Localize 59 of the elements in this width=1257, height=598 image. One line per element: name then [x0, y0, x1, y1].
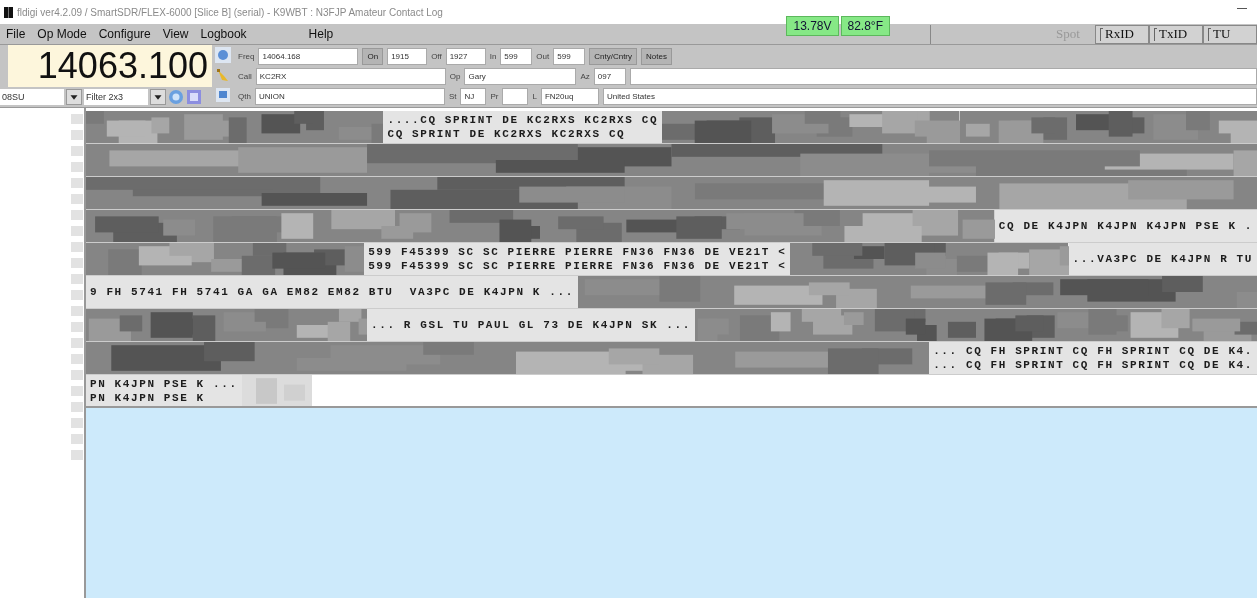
- field-label: L: [532, 91, 537, 101]
- input-field[interactable]: [502, 87, 529, 105]
- field-label: Pr: [490, 91, 499, 101]
- frequency-display: 14063.100: [8, 45, 212, 87]
- globe-icon[interactable]: [215, 47, 231, 63]
- decoded-text: CQ DE K4JPN K4JPN K4JPN PSE K .: [994, 210, 1257, 242]
- menu-item[interactable]: View: [156, 27, 195, 41]
- decoded-text: ... R GSL TU PAUL GL 73 DE K4JPN SK ...: [367, 309, 695, 341]
- window-icon[interactable]: [186, 89, 202, 105]
- window-title: fldigi ver4.2.09 / SmartSDR/FLEX-6000 [Slice B] (serial) - K9WBT : N3FJP Amateur Contact Log: [17, 6, 443, 18]
- menu-item[interactable]: Configure: [92, 27, 157, 41]
- decoded-text: 9 FH 5741 FH 5741 GA GA EM82 EM82 BTU VA3PC DE K4JPN K ...: [86, 276, 578, 308]
- status-readout: 13.78V: [786, 16, 839, 36]
- toggle-button[interactable]: TU: [1203, 24, 1257, 44]
- input-field[interactable]: 599: [500, 47, 533, 65]
- input-field[interactable]: Gary: [464, 67, 577, 85]
- field-label: In: [489, 51, 497, 61]
- input-field[interactable]: NJ: [460, 87, 487, 105]
- decoded-text: 599 F45399 SC SC PIERRE PIERRE FN36 FN36 DE VE21T < 599 F45399 SC SC PIERRE PIERRE FN36 FN36 DE VE21T <: [364, 243, 791, 275]
- input-field[interactable]: 1927: [445, 47, 486, 65]
- broom-icon[interactable]: [215, 67, 231, 83]
- field-label: Freq: [238, 51, 255, 61]
- field-label: Call: [238, 71, 252, 81]
- input-field[interactable]: 1915: [387, 47, 428, 65]
- input-field[interactable]: 097: [593, 67, 626, 85]
- toggle-button[interactable]: RxID: [1095, 24, 1149, 44]
- menu-item[interactable]: File: [0, 27, 32, 41]
- field-label: Op: [449, 71, 461, 81]
- field-label: Qth: [238, 91, 251, 101]
- app-icon: [4, 6, 13, 18]
- field-label: St: [448, 91, 457, 101]
- decoded-text: PN K4JPN PSE K ... PN K4JPN PSE K: [86, 375, 242, 406]
- menu-item[interactable]: Op Mode: [31, 27, 93, 41]
- mode-field[interactable]: 08SU: [0, 89, 64, 105]
- input-field[interactable]: KC2RX: [255, 67, 446, 85]
- input-field[interactable]: United States: [602, 87, 1257, 105]
- input-field[interactable]: [629, 67, 1257, 85]
- window-icon[interactable]: [215, 87, 231, 103]
- input-field[interactable]: 14064.168: [258, 47, 359, 65]
- filter-field[interactable]: Filter 2x3: [84, 89, 148, 105]
- minimize-icon[interactable]: [1237, 8, 1247, 10]
- dropdown-icon[interactable]: [150, 89, 166, 105]
- log-button[interactable]: Notes: [641, 47, 672, 65]
- menu-item[interactable]: Logbook: [194, 27, 253, 41]
- menu-item[interactable]: Help: [302, 27, 340, 41]
- status-readout: 82.8°F: [840, 16, 890, 36]
- decoded-text: ....CQ SPRINT DE KC2RXS KC2RXS CQ CQ SPRINT DE KC2RXS KC2RXS CQ: [383, 111, 663, 143]
- dropdown-icon[interactable]: [66, 89, 82, 105]
- time-on-button[interactable]: On: [362, 47, 384, 65]
- toggle-button[interactable]: TxID: [1149, 24, 1203, 44]
- decoded-text: ...VA3PC DE K4JPN R TU: [1068, 243, 1257, 275]
- field-label: Out: [536, 51, 550, 61]
- input-field[interactable]: 599: [553, 47, 586, 65]
- input-field[interactable]: FN20uq: [540, 87, 599, 105]
- log-button[interactable]: Cnty/Cntry: [589, 47, 638, 65]
- field-label: Az: [580, 71, 590, 81]
- field-label: Off: [431, 51, 442, 61]
- input-field[interactable]: UNION: [254, 87, 445, 105]
- decoded-text: ... CQ FH SPRINT CQ FH SPRINT CQ DE K4. ... CQ FH SPRINT CQ FH SPRINT CQ DE K4.: [929, 342, 1257, 374]
